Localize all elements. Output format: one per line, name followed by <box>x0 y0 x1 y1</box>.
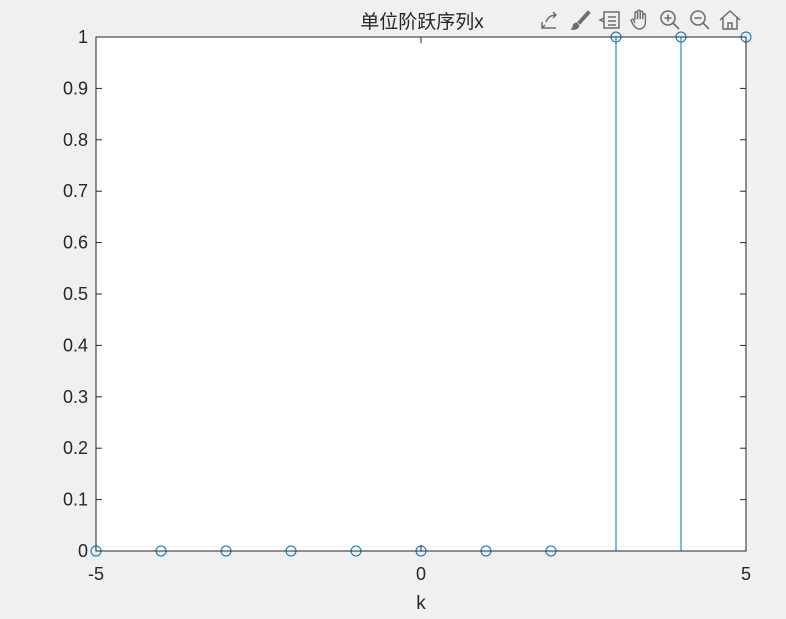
brush-button[interactable] <box>566 6 594 34</box>
home-icon <box>719 9 741 30</box>
y-tick-label: 0.5 <box>63 284 88 304</box>
datatip-button[interactable] <box>596 6 624 34</box>
zoom-out-button[interactable] <box>686 6 714 34</box>
axes-toolbar <box>536 6 744 34</box>
x-axis-label: k <box>416 593 426 614</box>
export-button[interactable] <box>536 6 564 34</box>
pan-button[interactable] <box>626 6 654 34</box>
zoom-in-button[interactable] <box>656 6 684 34</box>
datatip-icon <box>598 11 620 29</box>
x-tick-label: 0 <box>416 564 426 584</box>
zoom-out-icon <box>690 10 710 30</box>
y-tick-label: 0 <box>78 541 88 561</box>
brush-icon <box>570 10 591 30</box>
y-tick-label: 0.3 <box>63 387 88 407</box>
figure: 00.10.20.30.40.50.60.70.80.91-5 0 5 单位阶跃序列… <box>63 11 752 614</box>
chart-title: 单位阶跃序列x <box>360 11 484 33</box>
home-button[interactable] <box>716 6 744 34</box>
zoom-in-icon <box>660 10 680 30</box>
export-icon <box>541 11 558 29</box>
y-tick-label: 1 <box>78 27 88 47</box>
y-tick-label: 0.1 <box>63 490 88 510</box>
y-tick-label: 0.4 <box>63 335 88 355</box>
plot-area <box>96 37 746 551</box>
y-tick-label: 0.7 <box>63 181 88 201</box>
y-tick-label: 0.8 <box>63 130 88 150</box>
y-tick-label: 0.9 <box>63 78 88 98</box>
y-tick-label: 0.2 <box>63 438 88 458</box>
y-tick-label: 0.6 <box>63 233 88 253</box>
x-tick-label: -5 <box>88 564 104 584</box>
pan-icon <box>630 9 647 30</box>
x-tick-label: 5 <box>741 564 751 584</box>
